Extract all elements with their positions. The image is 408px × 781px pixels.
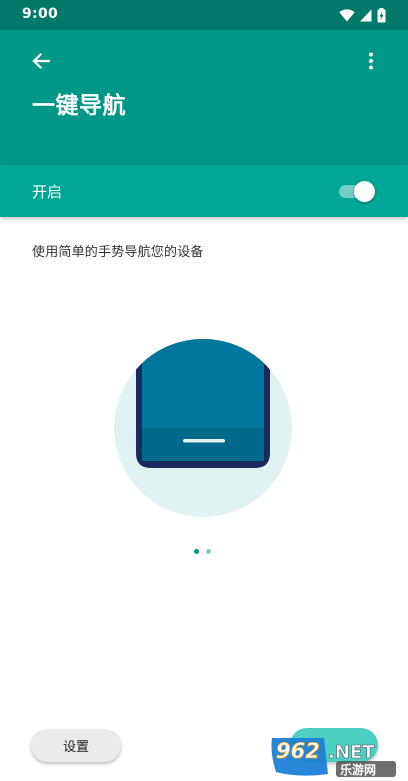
gesture-bar bbox=[183, 439, 225, 443]
master-switch-label: 开启 bbox=[32, 183, 63, 201]
wifi-icon bbox=[339, 8, 355, 22]
phone-gesture-illustration bbox=[108, 338, 298, 518]
pager-dot-active bbox=[194, 549, 199, 554]
description-text: 使用简单的手势导航您的设备 bbox=[32, 245, 204, 260]
arrow-back-icon bbox=[32, 52, 51, 73]
watermark-logo: 962 .NET 乐游网 bbox=[268, 734, 404, 778]
more-vert-icon bbox=[368, 52, 374, 74]
pager-dot-inactive bbox=[206, 549, 211, 554]
toggle-thumb bbox=[354, 181, 375, 202]
status-icons bbox=[339, 6, 386, 24]
cell-signal-icon bbox=[360, 9, 372, 22]
settings-button[interactable]: 设置 bbox=[31, 729, 121, 762]
more-options-button[interactable] bbox=[356, 46, 386, 80]
master-switch-row[interactable]: 开启 bbox=[0, 165, 408, 217]
pager-indicator bbox=[194, 549, 211, 554]
back-button[interactable] bbox=[24, 46, 58, 80]
status-bar: 9:00 bbox=[0, 0, 408, 30]
svg-text:.NET: .NET bbox=[328, 742, 375, 763]
app-bar: 一键导航 bbox=[0, 30, 408, 165]
status-time: 9:00 bbox=[22, 6, 59, 22]
battery-icon bbox=[377, 7, 386, 23]
screen: 9:00 一键导航 开启 使用简单的手势导航您的设备 设置 962 .NET 乐… bbox=[0, 0, 408, 781]
master-switch-toggle[interactable] bbox=[337, 180, 375, 202]
svg-text:962: 962 bbox=[276, 739, 320, 763]
svg-text:乐游网: 乐游网 bbox=[340, 762, 376, 777]
page-title: 一键导航 bbox=[32, 93, 126, 119]
